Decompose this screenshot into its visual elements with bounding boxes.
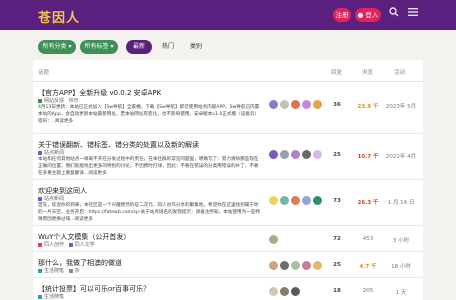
topic-category[interactable]: 站点新闻 [38, 149, 64, 156]
topic-title[interactable]: 关于错误翻新、错标签、错分类的处置以及新的解读 [38, 140, 263, 150]
topic-category[interactable]: 网站反馈 推荐 [38, 97, 79, 104]
view-count: 205 [362, 288, 374, 294]
avatar[interactable] [269, 100, 278, 109]
table-row[interactable]: 欢迎来到这同人 站点新闻 首先，欢迎你的到来，本社区是一个兴趣使然的征二次元、同… [33, 180, 423, 226]
category-color-dot [38, 268, 42, 273]
avatar[interactable] [269, 261, 278, 270]
avatar[interactable] [291, 100, 300, 109]
avatar[interactable] [280, 261, 289, 270]
view-count: 4.7 千 [359, 264, 377, 270]
avatar[interactable] [291, 287, 300, 296]
activity-time[interactable]: 18 小时 [383, 262, 419, 270]
tag-dropdown[interactable]: 所有标签 ▾ [80, 40, 118, 54]
topic-excerpt: 4月13日更新：本站已正式加入【Sw导航】全家桶，下载【Sw导航】即可使用站点内… [38, 105, 260, 124]
subcategory-dot: 杂 [68, 268, 80, 274]
topic-category[interactable]: 生活随笔 [38, 293, 64, 300]
avatar[interactable] [269, 196, 278, 205]
avatar[interactable] [291, 196, 300, 205]
avatar[interactable] [302, 150, 311, 159]
topic-list: 话题 回复 浏览 活动 【官方APP】全新升级 v0.0.2 安卓APK 网站反… [33, 60, 423, 300]
top-header: 苍因人 注册 ● 登入 [0, 0, 456, 30]
category-dropdown[interactable]: 所有分类 ▾ [38, 40, 76, 54]
activity-time[interactable]: 3 小时 [383, 236, 419, 244]
category-color-dot [38, 294, 42, 299]
header-topic[interactable]: 话题 [38, 68, 49, 76]
avatar[interactable] [302, 100, 311, 109]
avatar[interactable] [291, 261, 300, 270]
avatar[interactable] [313, 196, 322, 205]
avatar[interactable] [291, 150, 300, 159]
reply-count: 36 [333, 102, 341, 108]
avatar[interactable] [280, 196, 289, 205]
view-count: 453 [362, 236, 374, 242]
activity-time[interactable]: 2022年 4月 [383, 152, 419, 160]
table-row[interactable]: 关于错误翻新、错标签、错分类的处置以及新的解读 站点新闻 本站和任何其他站点一样… [33, 134, 423, 180]
table-row[interactable]: 【统计投票】可以可乐or百事可乐？ 生活随笔 18 205 1 天 [33, 278, 423, 300]
header-views[interactable]: 浏览 [362, 68, 373, 76]
avatar[interactable] [302, 261, 311, 270]
view-count: 26.3 千 [357, 200, 379, 206]
subcategory-dot: 同人文学 [68, 242, 95, 248]
avatar[interactable] [269, 150, 278, 159]
avatar[interactable] [313, 100, 322, 109]
search-icon[interactable] [387, 7, 401, 21]
avatar[interactable] [313, 261, 322, 270]
reply-count: 25 [333, 262, 341, 268]
tab-hot[interactable]: 热门 [156, 40, 180, 54]
topic-excerpt: 首先，欢迎你的到来，本社区是一个兴趣使然的征二次元、同人创作分享的聚集地。希望你… [38, 203, 260, 222]
activity-time[interactable]: 2023年 5月 [383, 102, 419, 110]
login-button[interactable]: ● 登入 [355, 8, 381, 22]
avatar[interactable] [269, 287, 278, 296]
tab-latest[interactable]: 最新 [126, 40, 152, 54]
reply-count: 72 [333, 236, 341, 242]
chevron-down-icon: ▾ [110, 43, 114, 50]
avatar[interactable] [280, 100, 289, 109]
header-activity[interactable]: 活动 [394, 68, 405, 76]
topic-excerpt: 本站和任何其他站点一样离不开在分发过程中的责任，在本社群的常见问题里，明确写了：… [38, 157, 259, 176]
table-row[interactable]: 那什么，我做了相澳的做道 生活随笔 杂 25 4.7 千 18 小时 [33, 252, 423, 278]
chevron-down-icon: ▾ [68, 43, 72, 50]
signup-button[interactable]: 注册 [333, 8, 351, 22]
site-logo[interactable]: 苍因人 [38, 7, 80, 26]
table-row[interactable]: WuY个人文模集（公开首发） 同人创作 同人文学 72 453 3 小时 [33, 226, 423, 252]
topic-category[interactable]: 同人创作 同人文学 [38, 241, 95, 248]
view-count: 10.7 千 [357, 154, 379, 160]
user-icon: ● [357, 11, 364, 19]
activity-time[interactable]: 1 月 14 日 [383, 198, 419, 206]
topic-title[interactable]: 欢迎来到这同人 [38, 186, 263, 196]
topic-list-header: 话题 回复 浏览 活动 [33, 60, 423, 82]
category-color-dot [38, 98, 42, 103]
reply-count: 25 [333, 152, 341, 158]
header-replies[interactable]: 回复 [331, 68, 342, 76]
avatar[interactable] [280, 287, 289, 296]
tab-categories[interactable]: 类别 [184, 40, 208, 54]
avatar[interactable] [313, 150, 322, 159]
reply-count: 73 [333, 198, 341, 204]
topic-category[interactable]: 生活随笔 杂 [38, 267, 80, 274]
avatar[interactable] [269, 235, 278, 244]
avatar[interactable] [302, 196, 311, 205]
category-color-dot [38, 242, 42, 247]
activity-time[interactable]: 1 天 [383, 288, 419, 296]
login-label: 登入 [365, 11, 379, 19]
reply-count: 18 [333, 288, 341, 294]
hamburger-menu-icon[interactable] [406, 7, 420, 21]
table-row[interactable]: 【官方APP】全新升级 v0.0.2 安卓APK 网站反馈 推荐 4月13日更新… [33, 82, 423, 134]
topic-category[interactable]: 站点新闻 [38, 195, 64, 202]
category-color-dot [38, 150, 42, 155]
view-count: 23.9 千 [357, 104, 379, 110]
avatar[interactable] [280, 150, 289, 159]
topic-title[interactable]: 【统计投票】可以可乐or百事可乐？ [38, 284, 263, 294]
category-color-dot [38, 196, 42, 201]
